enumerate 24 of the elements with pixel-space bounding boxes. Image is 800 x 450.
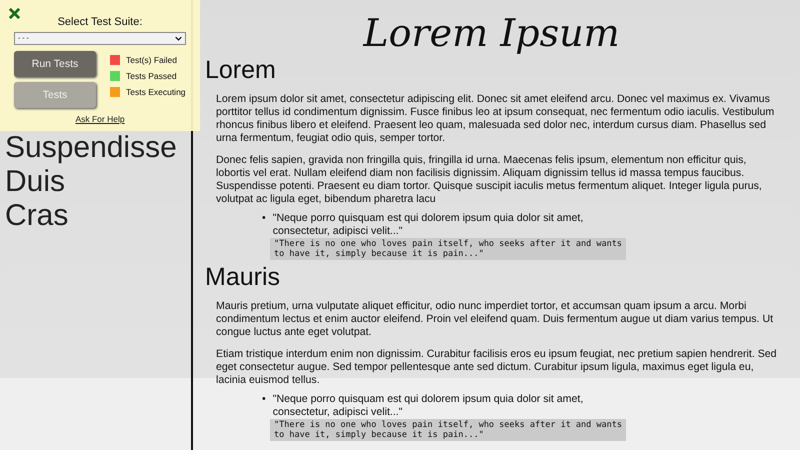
close-icon[interactable]: [8, 7, 21, 20]
legend-label: Test(s) Failed: [126, 55, 178, 65]
paragraph: Etiam tristique interdum enim non dignissim. Curabitur facilisis eros eu ipsum feugiat, nec pretium sapien hendrerit. Sed eget consectetur augue. Sed tempor pellentesque ante sed dictum. Curabitur ipsum ligula, maximus eget ligula eu, lacinia euismod tellus.: [216, 348, 778, 387]
bullet: •: [262, 212, 266, 226]
nav-link[interactable]: Cras: [0, 199, 68, 233]
quote-text: "Neque porro quisquam est qui dolorem ipsum quia dolor sit amet, consectetur, adipisci velit...": [272, 212, 584, 238]
legend-label: Tests Passed: [126, 71, 177, 81]
nav-link[interactable]: Duis: [0, 165, 66, 199]
nav-link[interactable]: Suspendisse: [0, 131, 177, 165]
select-label: Select Test Suite:: [56, 16, 144, 28]
paragraph: Lorem ipsum dolor sit amet, consectetur adipiscing elit. Donec sit amet eleifend arcu. Donec vel maximus ex. Vivamus porttitor tellus id condimentum dignissim. Fusce finibus leo at ipsum consequat, nec fermentum odio iaculis. Vestibulum rhoncus finibus libero et eleifend. Praesent leo quam, malesuada sed dolor nec, interdum cursus diam. Phasellus sed urna fermentum, feugiat odio quis, semper tortor.: [216, 93, 776, 145]
section-heading: Lorem: [205, 56, 277, 84]
chevron-icon: [175, 36, 182, 41]
paragraph: Donec felis sapien, gravida non fringilla quis, fringilla id urna. Maecenas felis ipsum, elementum non efficitur quis, lobortis vel erat. Nullam eleifend diam non facilisis dignissim. Aliquam dignissim tellus id massa tempus faucibus. Suspendisse potenti. Praesent eu diam tortor. Quisque suscipit iaculis metus fermentum aliquet. Integer ligula purus, volutpat ac ligula eget, bibendum pharetra lacu: [216, 154, 763, 206]
legend-label: Tests Executing: [126, 87, 186, 97]
test-button[interactable]: Run Tests: [14, 51, 96, 77]
code-block: "There is no one who loves pain itself, who seeks after it and wants to have it, simply because it is pain...": [270, 419, 626, 441]
section-heading: Mauris: [205, 263, 282, 291]
quote-text: "Neque porro quisquam est qui dolorem ipsum quia dolor sit amet, consectetur, adipisci velit...": [272, 393, 584, 419]
code-block: "There is no one who loves pain itself, who seeks after it and wants to have it, simply because it is pain...": [270, 238, 626, 260]
page-title: Lorem Ipsum: [362, 10, 621, 56]
bullet: •: [262, 393, 266, 407]
paragraph: Mauris pretium, urna vulputate aliquet efficitur, odio nunc imperdiet tortor, et accumsan quam ipsum a arcu. Morbi condimentum lectus et enim auctor eleifend. Proin vel eleifend quam. Duis fermentum augue ut diam varius tempus. Ut congue luctus ante eget volutpat.: [216, 300, 774, 339]
help-link[interactable]: Ask For Help: [75, 114, 125, 124]
